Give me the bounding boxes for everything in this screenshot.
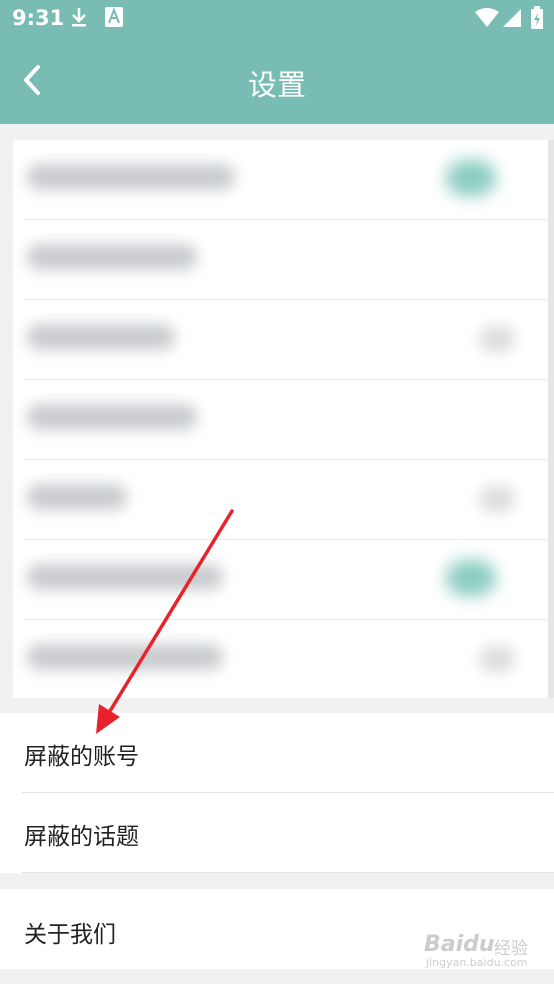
a-icon — [105, 7, 123, 27]
watermark: Baidu 经验 jingyan.baidu.com — [424, 932, 544, 972]
list-item-label: 屏蔽的账号 — [24, 744, 139, 770]
list-item-label: 屏蔽的话题 — [24, 824, 139, 850]
battery-icon — [531, 6, 543, 29]
watermark-url: jingyan.baidu.com — [426, 956, 528, 969]
blurred-toggle — [446, 560, 496, 596]
blurred-toggle — [446, 160, 496, 196]
list-item-label: 关于我们 — [24, 922, 116, 948]
wifi-icon — [475, 8, 499, 27]
page-title: 设置 — [247, 68, 306, 102]
blurred-row[interactable] — [13, 380, 554, 460]
download-icon — [72, 8, 86, 27]
blocked-topics-item[interactable]: 屏蔽的话题 — [0, 793, 554, 873]
watermark-logo: Baidu — [424, 932, 495, 957]
blurred-settings-panel — [13, 140, 554, 698]
blurred-row[interactable] — [13, 620, 554, 698]
blurred-row[interactable] — [13, 140, 554, 220]
blurred-row[interactable] — [13, 540, 554, 620]
app-bar: 设置 — [0, 38, 554, 124]
signal-icon — [503, 9, 521, 27]
blocked-accounts-item[interactable]: 屏蔽的账号 — [0, 713, 554, 793]
blurred-row[interactable] — [13, 300, 554, 380]
blurred-row[interactable] — [13, 220, 554, 300]
blurred-row[interactable] — [13, 460, 554, 540]
menu-group-block: 屏蔽的账号 屏蔽的话题 — [0, 713, 554, 873]
status-bar: 9:31 — [0, 0, 554, 38]
status-time: 9:31 — [12, 6, 65, 30]
